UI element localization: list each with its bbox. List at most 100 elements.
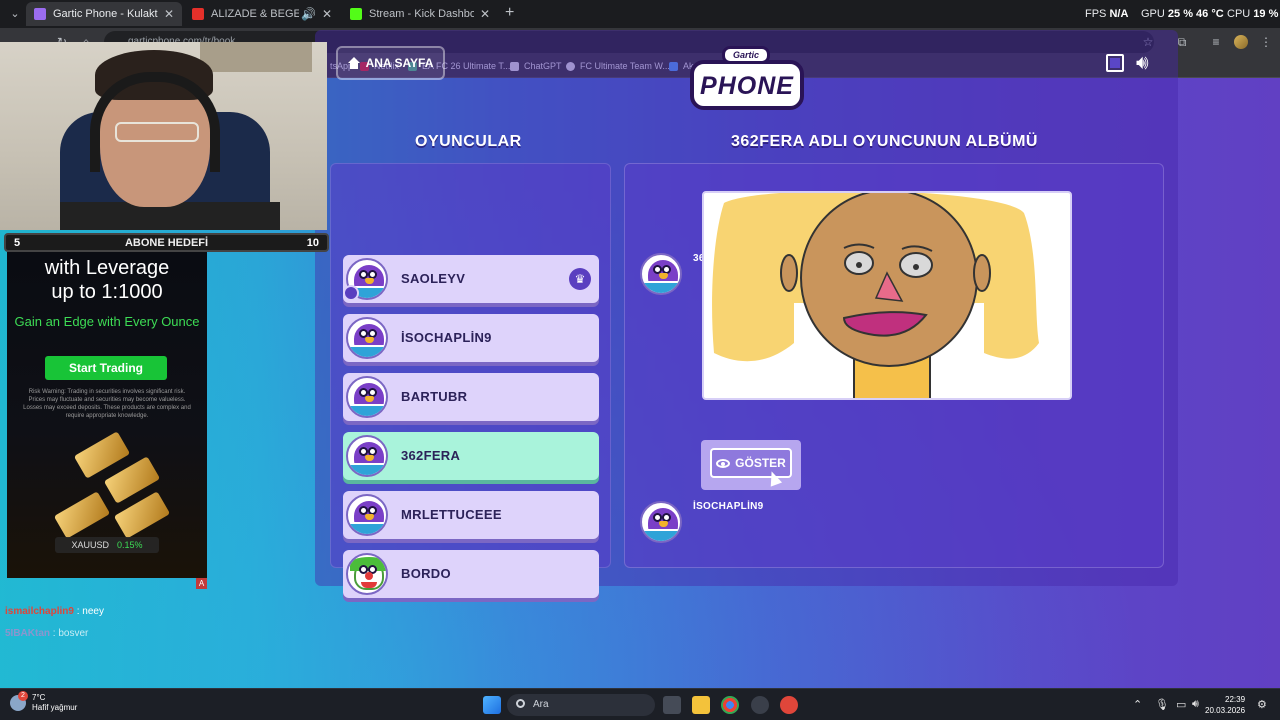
- ad-headline-leverage: up to 1:1000: [7, 279, 207, 305]
- chat-message: 5IBAKtan : bosver: [5, 628, 88, 639]
- album-next-name: İSOCHAPLİN9: [693, 501, 764, 512]
- tab-youtube[interactable]: ALIZADE & BEGE - 24/7 (Ö 🔊 ✕: [184, 2, 340, 26]
- tab-gartic-phone[interactable]: Gartic Phone - Kulaktan Kulağa ✕: [26, 2, 182, 26]
- notifications-icon[interactable]: ⚙︎: [1257, 698, 1267, 711]
- taskbar-search[interactable]: Ara: [507, 694, 655, 716]
- media-control-icon[interactable]: ≡: [1208, 34, 1224, 50]
- ad-risk-warning: Risk Warning: Trading in securities invo…: [23, 389, 191, 419]
- ticker-change: 0.15%: [116, 540, 143, 550]
- crown-icon: ♛: [569, 268, 591, 290]
- sub-goal-target: 10: [306, 237, 319, 249]
- player-card-bordo: BORDO: [343, 550, 599, 598]
- face-drawing: [712, 193, 1039, 398]
- player-name: SAOLEYV: [401, 271, 466, 286]
- weather-icon: 2: [10, 691, 28, 711]
- trading-advertisement[interactable]: with Leverage up to 1:1000 Gain an Edge …: [7, 252, 207, 578]
- chat-message: ismailchaplin9 : neey: [5, 606, 104, 617]
- ad-ticker: XAUUSD 0.15%: [55, 537, 159, 553]
- show-button[interactable]: GÖSTER: [710, 448, 792, 478]
- weather-temp: 7°C: [32, 693, 46, 702]
- gpu-temp: 46 °C: [1196, 8, 1224, 20]
- steam-icon[interactable]: [751, 696, 769, 714]
- fps-readout: FPS N/A: [1085, 8, 1128, 20]
- gpu-usage: 25 %: [1167, 8, 1193, 20]
- volume-icon[interactable]: 🔊︎: [1192, 698, 1199, 711]
- new-tab-icon[interactable]: +: [505, 4, 514, 22]
- file-explorer-icon[interactable]: [692, 696, 710, 714]
- windows-start-icon[interactable]: [483, 696, 501, 714]
- tab-title: ALIZADE & BEGE - 24/7 (Ö: [211, 8, 299, 20]
- close-tab-icon[interactable]: ✕: [164, 7, 174, 21]
- ad-leverage-text: up to 1:1000: [51, 281, 163, 303]
- ad-choices-label: A: [198, 579, 205, 588]
- weather-desc: Hafif yağmur: [32, 703, 78, 712]
- logo-top-text: Gartic: [732, 50, 759, 60]
- speaker-icon[interactable]: 🔊︎: [1136, 52, 1164, 74]
- subscriber-goal-bar: 5 ABONE HEDEFİ 10: [4, 233, 329, 252]
- tab-title: Gartic Phone - Kulaktan Kulağa: [53, 8, 158, 20]
- player-name: İSOCHAPLİN9: [401, 330, 492, 345]
- logo-pill: Gartic: [722, 46, 770, 64]
- ad-subline: Gain an Edge with Every Ounce: [14, 314, 200, 329]
- player-name: MRLETTUCEEE: [401, 507, 502, 522]
- home-button[interactable]: ANA SAYFA: [336, 46, 445, 80]
- player-card-saoleyv: SAOLEYV ♛: [343, 255, 599, 303]
- weather-badge: 2: [18, 691, 28, 701]
- player-avatar: [346, 494, 388, 536]
- windows-taskbar: 2 7°C Hafif yağmur Ara ⌃ 🎙︎ ▭ 🔊︎ 22:39 2…: [0, 688, 1280, 720]
- tab-strip: ⌄ Gartic Phone - Kulaktan Kulağa ✕ ALIZA…: [0, 0, 1280, 28]
- ad-choices-icon[interactable]: A: [196, 578, 207, 589]
- tray-overflow-icon[interactable]: ⌃: [1133, 698, 1142, 711]
- player-name: BARTUBR: [401, 389, 468, 404]
- ad-headline: with Leverage: [44, 257, 170, 279]
- kick-favicon-icon: [350, 8, 362, 20]
- players-title: OYUNCULAR: [415, 133, 522, 150]
- eye-icon: [716, 458, 731, 468]
- profile-avatar[interactable]: [1234, 35, 1248, 49]
- network-icon[interactable]: ▭: [1176, 698, 1186, 711]
- player-name: BORDO: [401, 566, 451, 581]
- gpu-label: GPU: [1141, 8, 1165, 20]
- cpu-label: CPU: [1227, 8, 1251, 20]
- gpu-readout: GPU 25 % 46 °C: [1141, 8, 1224, 20]
- home-icon: [347, 57, 360, 69]
- audio-playing-icon[interactable]: 🔊: [301, 7, 316, 21]
- album-title: 362FERA ADLI OYUNCUNUN ALBÜMÜ: [731, 133, 1038, 150]
- cpu-readout: CPU 19 %: [1227, 8, 1278, 20]
- home-button-label: ANA SAYFA: [365, 56, 434, 70]
- show-button-label: GÖSTER: [735, 456, 786, 470]
- owner-icon: [343, 285, 359, 301]
- album-next-avatar: [640, 501, 682, 543]
- logo-plate: PHONE: [690, 60, 804, 110]
- task-view-icon[interactable]: [663, 696, 681, 714]
- youtube-favicon-icon: [192, 8, 204, 20]
- start-trading-button[interactable]: Start Trading: [45, 356, 167, 380]
- album-author-avatar: [640, 253, 682, 295]
- sub-goal-label: ABONE HEDEFİ: [124, 237, 209, 249]
- fullscreen-icon[interactable]: [1104, 52, 1126, 74]
- tab-search-chevron-icon[interactable]: ⌄: [6, 5, 24, 23]
- player-avatar: [346, 317, 388, 359]
- app-notification-icon[interactable]: [780, 696, 798, 714]
- clock[interactable]: 22:39 20.03.2026: [1205, 694, 1245, 716]
- logo-main-text: PHONE: [700, 72, 794, 100]
- gold-bar-image: [53, 491, 111, 539]
- chat-username: ismailchaplin9: [5, 606, 74, 617]
- webcam-feed: [0, 42, 327, 230]
- player-card-mrlettuceee: MRLETTUCEEE: [343, 491, 599, 539]
- album-drawing: [702, 191, 1072, 400]
- cpu-usage: 19 %: [1253, 8, 1279, 20]
- tab-kick-dashboard[interactable]: Stream - Kick Dashboard ✕: [342, 2, 498, 26]
- ticker-symbol: XAUUSD: [71, 540, 109, 550]
- close-tab-icon[interactable]: ✕: [322, 7, 332, 21]
- chat-text: : bosver: [52, 628, 89, 639]
- close-tab-icon[interactable]: ✕: [480, 7, 490, 21]
- menu-kebab-icon[interactable]: ⋮: [1258, 34, 1274, 50]
- microphone-icon[interactable]: 🎙︎: [1155, 698, 1169, 711]
- fps-label: FPS: [1085, 8, 1107, 20]
- chrome-icon[interactable]: [721, 696, 739, 714]
- search-icon: [516, 699, 525, 708]
- weather-widget[interactable]: 2 7°C Hafif yağmur: [10, 691, 78, 713]
- clock-date: 20.03.2026: [1205, 706, 1246, 715]
- player-name: 362FERA: [401, 448, 461, 463]
